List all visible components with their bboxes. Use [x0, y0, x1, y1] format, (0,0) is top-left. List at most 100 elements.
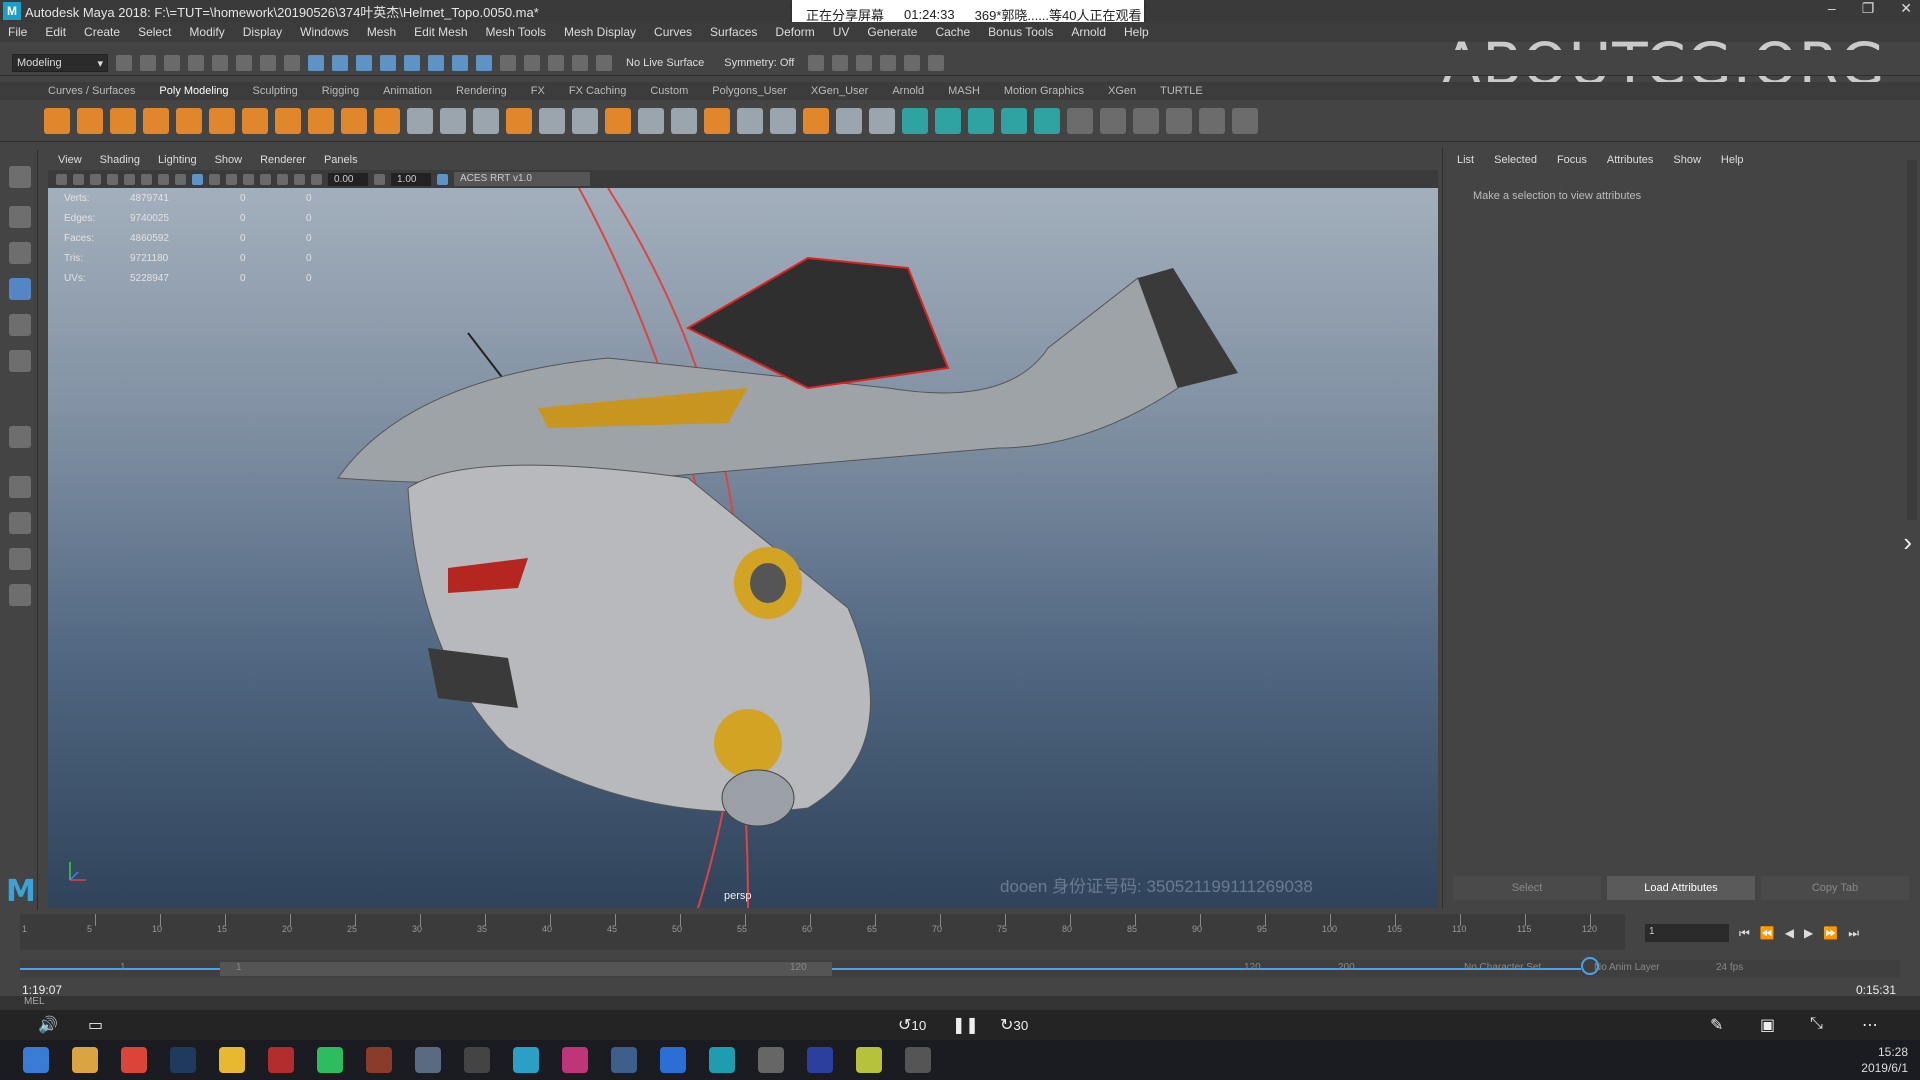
range-bar[interactable]: [220, 962, 832, 976]
go-to-end-icon[interactable]: ⏭: [1848, 926, 1859, 941]
app-icon[interactable]: [758, 1047, 784, 1073]
app-icon[interactable]: [611, 1047, 637, 1073]
fill-hole-icon[interactable]: [671, 107, 697, 134]
shelf-tab[interactable]: Polygons_User: [712, 85, 787, 97]
undo-icon[interactable]: [188, 54, 204, 71]
step-back-key-icon[interactable]: ⏪: [1760, 926, 1775, 940]
app-icon[interactable]: [219, 1047, 245, 1073]
view-transform-dropdown[interactable]: ACES RRT v1.0: [454, 172, 590, 186]
reset-transform-icon[interactable]: [1199, 107, 1225, 134]
single-view-icon[interactable]: [9, 476, 31, 498]
textured-icon[interactable]: [209, 173, 220, 185]
taskbar-clock[interactable]: 15:28 2019/6/1: [1861, 1044, 1908, 1076]
video-scrub-knob[interactable]: [1581, 957, 1599, 975]
select-object-icon[interactable]: [260, 54, 276, 71]
shelf-tab[interactable]: Rendering: [456, 85, 507, 97]
step-forward-key-icon[interactable]: ⏩: [1823, 926, 1838, 940]
menu-file[interactable]: File: [8, 25, 27, 39]
menu-surfaces[interactable]: Surfaces: [710, 25, 757, 39]
exposure-field[interactable]: 0.00: [328, 172, 368, 186]
app-icon[interactable]: [856, 1047, 882, 1073]
copy-tab-button[interactable]: Copy Tab: [1761, 876, 1909, 900]
shelf-tab-active[interactable]: Poly Modeling: [159, 85, 228, 97]
vp-menu-view[interactable]: View: [58, 154, 82, 166]
menu-edit[interactable]: Edit: [45, 25, 66, 39]
shelf-tab[interactable]: MASH: [948, 85, 980, 97]
minimize-button[interactable]: –: [1828, 0, 1836, 17]
attribute-editor-side-tab[interactable]: [1907, 160, 1917, 520]
bookmark-icon[interactable]: [90, 173, 101, 185]
rotate-tool-icon[interactable]: [9, 314, 31, 336]
helmet-model[interactable]: [48, 188, 1438, 908]
photoshop-icon[interactable]: [170, 1047, 196, 1073]
poly-cone-icon[interactable]: [143, 107, 169, 134]
grid-icon[interactable]: [124, 173, 135, 185]
app-icon[interactable]: [709, 1047, 735, 1073]
subtitles-icon[interactable]: ▭: [88, 1015, 103, 1035]
color-management-icon[interactable]: [437, 173, 448, 185]
wireframe-icon[interactable]: [175, 173, 186, 185]
shelf-tab[interactable]: Arnold: [892, 85, 924, 97]
ae-menu-list[interactable]: List: [1457, 154, 1474, 166]
menu-mesh-tools[interactable]: Mesh Tools: [486, 25, 546, 39]
rewind-icon[interactable]: ↺10: [898, 1015, 926, 1035]
construction-icon[interactable]: [596, 54, 612, 71]
shelf-tab[interactable]: FX Caching: [569, 85, 626, 97]
ipr-render-icon[interactable]: [856, 54, 873, 71]
history-icon[interactable]: [524, 54, 540, 71]
menu-uv[interactable]: UV: [833, 25, 850, 39]
menu-arnold[interactable]: Arnold: [1071, 25, 1106, 39]
ae-menu-focus[interactable]: Focus: [1557, 154, 1587, 166]
snap-vertex-icon[interactable]: [452, 54, 468, 71]
exposure-icon[interactable]: [311, 173, 322, 185]
combine-icon[interactable]: [407, 107, 433, 134]
menu-deform[interactable]: Deform: [775, 25, 814, 39]
lasso-tool-icon[interactable]: [9, 206, 31, 228]
shelf-tab[interactable]: Animation: [383, 85, 432, 97]
menu-cache[interactable]: Cache: [935, 25, 970, 39]
uv-editor-icon[interactable]: [902, 107, 928, 134]
symmetry-field[interactable]: Symmetry: Off: [724, 57, 794, 69]
new-scene-icon[interactable]: [116, 54, 132, 71]
go-to-start-icon[interactable]: ⏮: [1739, 926, 1750, 941]
chrome-icon[interactable]: [121, 1047, 147, 1073]
shelf-tab[interactable]: FX: [531, 85, 545, 97]
poly-cube-icon[interactable]: [77, 107, 103, 134]
app-icon[interactable]: [562, 1047, 588, 1073]
menu-modify[interactable]: Modify: [189, 25, 224, 39]
shelf-tab[interactable]: TURTLE: [1160, 85, 1203, 97]
output-ops-icon[interactable]: [572, 54, 588, 71]
vp-menu-lighting[interactable]: Lighting: [158, 154, 197, 166]
snap-together-icon[interactable]: [476, 54, 492, 71]
poly-type-icon[interactable]: [341, 107, 367, 134]
bevel-icon[interactable]: [605, 107, 631, 134]
poly-cylinder-icon[interactable]: [110, 107, 136, 134]
offset-edge-loop-icon[interactable]: [869, 107, 895, 134]
snap-grid-icon[interactable]: [308, 54, 324, 71]
select-tool-icon[interactable]: [9, 166, 31, 188]
anim-layer-dropdown[interactable]: No Anim Layer: [1594, 962, 1660, 973]
ae-menu-attributes[interactable]: Attributes: [1607, 154, 1653, 166]
smooth-icon[interactable]: [473, 107, 499, 134]
chevron-right-icon[interactable]: ›: [1903, 527, 1912, 558]
save-scene-icon[interactable]: [164, 54, 180, 71]
wechat-icon[interactable]: [317, 1047, 343, 1073]
menu-generate[interactable]: Generate: [867, 25, 917, 39]
camera-attributes-icon[interactable]: [73, 173, 84, 185]
sew-uv-icon[interactable]: [1100, 107, 1126, 134]
menu-set-dropdown[interactable]: Modeling ▾: [12, 53, 108, 72]
command-line[interactable]: MEL: [0, 996, 1920, 1010]
windows-start-icon[interactable]: [23, 1047, 49, 1073]
forward-icon[interactable]: ↻30: [1000, 1015, 1028, 1035]
snap-curve-icon[interactable]: [332, 54, 348, 71]
menu-bonus-tools[interactable]: Bonus Tools: [988, 25, 1053, 39]
snap-surface-icon[interactable]: [404, 54, 420, 71]
exit-fullscreen-icon[interactable]: ⤡: [1810, 1015, 1823, 1033]
select-hierarchy-icon[interactable]: [236, 54, 252, 71]
outliner-view-icon[interactable]: [9, 584, 31, 606]
arnold-render-icon[interactable]: [928, 54, 945, 71]
shelf-tab[interactable]: Sculpting: [253, 85, 298, 97]
unfold-icon[interactable]: [1133, 107, 1159, 134]
render-view-icon[interactable]: [904, 54, 921, 71]
poly-sphere-icon[interactable]: [44, 107, 70, 134]
